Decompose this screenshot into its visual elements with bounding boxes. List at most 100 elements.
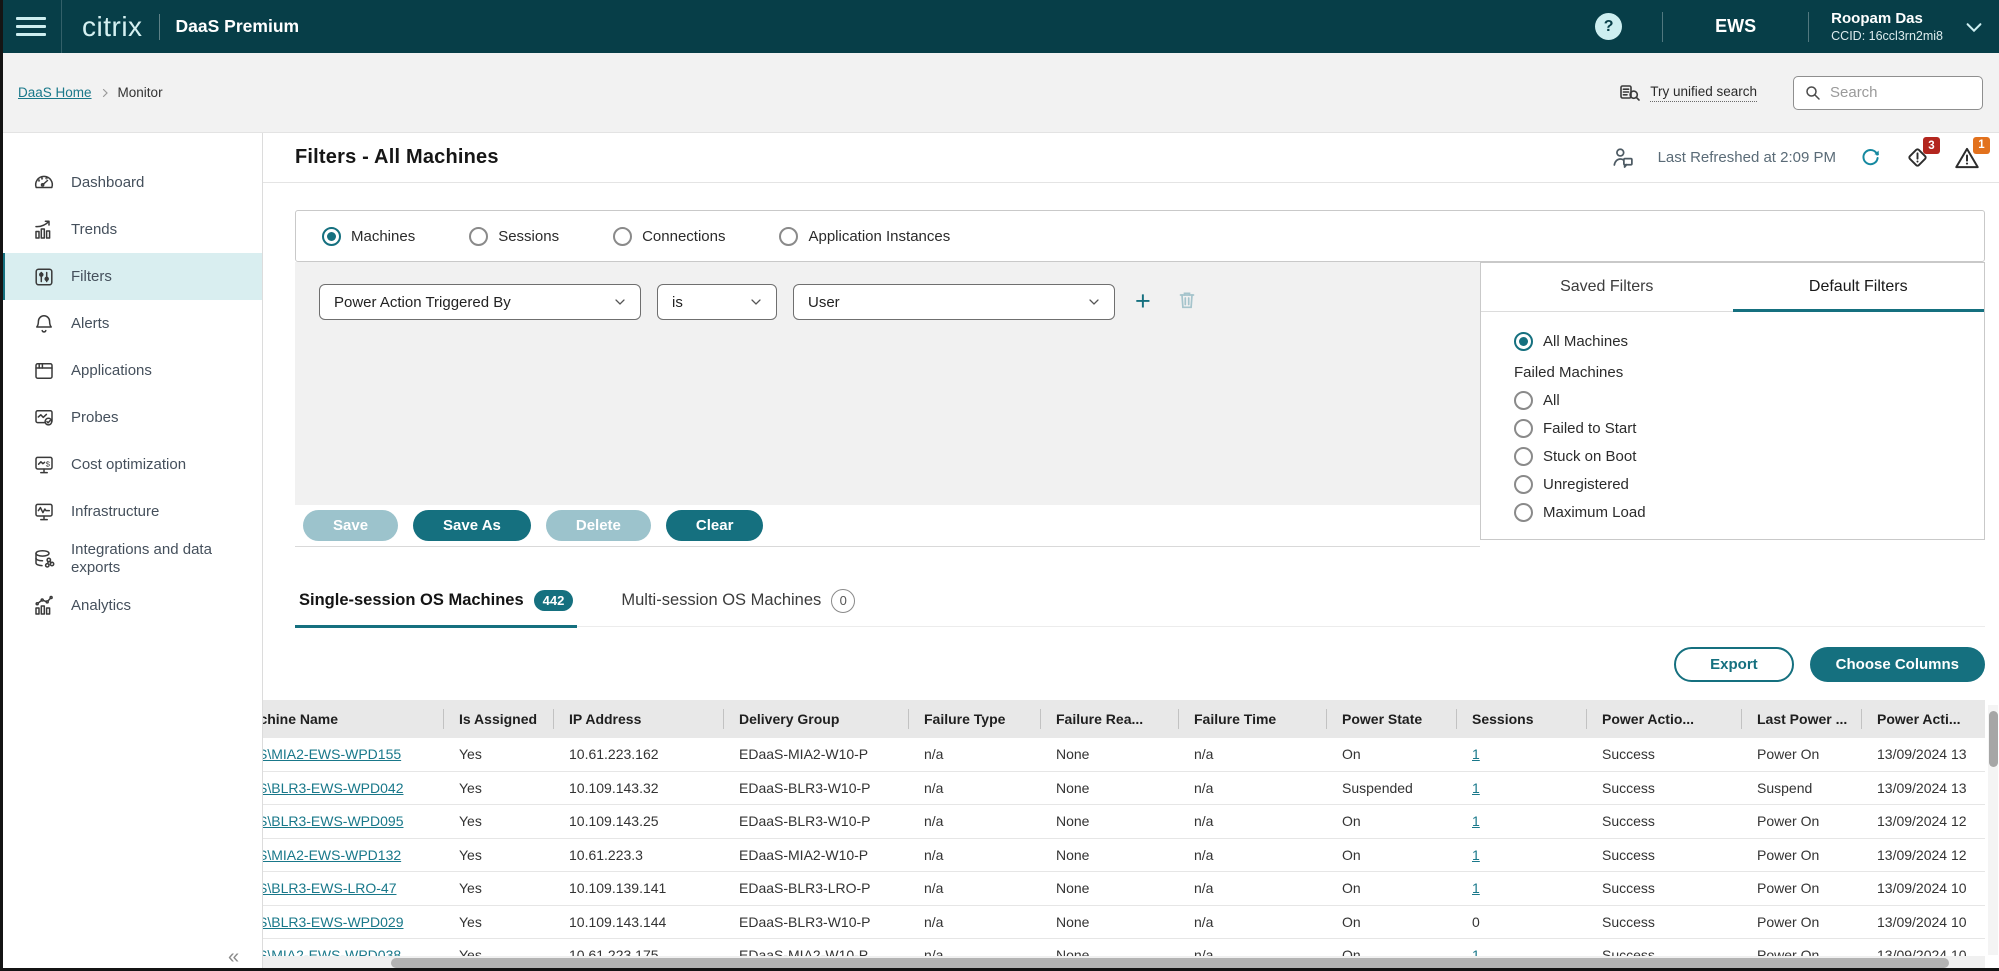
export-button[interactable]: Export bbox=[1674, 647, 1794, 682]
search-input[interactable] bbox=[1830, 84, 1960, 101]
try-unified-search[interactable]: Try unified search bbox=[1618, 81, 1757, 105]
tab-multi-session-os-machines[interactable]: Multi-session OS Machines 0 bbox=[617, 575, 859, 626]
sidebar-item-alerts[interactable]: Alerts bbox=[0, 300, 262, 347]
cell-failure-rea: None bbox=[1040, 839, 1178, 872]
col-is-assigned[interactable]: Is Assigned bbox=[443, 700, 553, 738]
cell-last-power: Power On bbox=[1741, 872, 1861, 905]
radio-machines[interactable]: Machines bbox=[322, 227, 415, 246]
col-delivery-group[interactable]: Delivery Group bbox=[723, 700, 908, 738]
hamburger-menu-button[interactable] bbox=[0, 0, 62, 53]
radio-connections[interactable]: Connections bbox=[613, 227, 725, 246]
clear-button[interactable]: Clear bbox=[666, 510, 764, 541]
sessions-link[interactable]: 1 bbox=[1472, 947, 1480, 956]
warning-alerts-icon[interactable]: 1 bbox=[1953, 144, 1981, 172]
cell-power-state: On bbox=[1326, 906, 1456, 939]
cell-ip-address: 10.61.223.162 bbox=[553, 738, 723, 771]
sidebar-item-infrastructure[interactable]: Infrastructure bbox=[0, 488, 262, 535]
tab-saved-filters[interactable]: Saved Filters bbox=[1481, 263, 1733, 311]
radio-sessions[interactable]: Sessions bbox=[469, 227, 559, 246]
radio-label: Sessions bbox=[498, 228, 559, 245]
radio-maximum-load[interactable]: Maximum Load bbox=[1514, 503, 1984, 522]
cell-power-state: On bbox=[1326, 839, 1456, 872]
col-failure-rea[interactable]: Failure Rea... bbox=[1040, 700, 1178, 738]
radio-all[interactable]: All bbox=[1514, 391, 1984, 410]
radio-application-instances[interactable]: Application Instances bbox=[779, 227, 950, 246]
col-machine-name[interactable]: Machine Name bbox=[263, 700, 443, 738]
machine-name-link[interactable]: S\BLR3-EWS-WPD042 bbox=[263, 780, 403, 796]
horizontal-scrollbar-thumb[interactable] bbox=[391, 958, 1949, 968]
tab-single-session-os-machines[interactable]: Single-session OS Machines 442 bbox=[295, 575, 577, 626]
help-icon[interactable]: ? bbox=[1595, 13, 1622, 40]
machine-name-cell: S\BLR3-EWS-WPD095 bbox=[263, 805, 443, 838]
refresh-icon[interactable] bbox=[1858, 146, 1882, 170]
radio-label: Machines bbox=[351, 228, 415, 245]
sidebar-item-label: Filters bbox=[71, 268, 112, 286]
search-box[interactable] bbox=[1793, 76, 1983, 110]
cell-is-assigned: Yes bbox=[443, 772, 553, 805]
col-power-actio[interactable]: Power Actio... bbox=[1586, 700, 1741, 738]
machine-name-link[interactable]: S\BLR3-EWS-LRO-47 bbox=[263, 880, 396, 896]
sidebar-item-applications[interactable]: Applications bbox=[0, 347, 262, 394]
radio-stuck-on-boot[interactable]: Stuck on Boot bbox=[1514, 447, 1984, 466]
vertical-scrollbar-thumb[interactable] bbox=[1989, 711, 1998, 767]
tab-count-badge: 0 bbox=[831, 589, 855, 613]
delete-filter-icon[interactable] bbox=[1171, 284, 1203, 316]
radio-failed-to-start[interactable]: Failed to Start bbox=[1514, 419, 1984, 438]
sidebar-item-probes[interactable]: Probes bbox=[0, 394, 262, 441]
add-filter-button[interactable]: + bbox=[1131, 286, 1155, 316]
machine-name-link[interactable]: S\MIA2-EWS-WPD155 bbox=[263, 746, 401, 762]
unified-search-icon bbox=[1618, 81, 1642, 105]
col-failure-type[interactable]: Failure Type bbox=[908, 700, 1040, 738]
radio-label: Application Instances bbox=[808, 228, 950, 245]
vertical-scrollbar[interactable] bbox=[1988, 705, 1998, 955]
chevron-down-icon[interactable] bbox=[1963, 16, 1985, 38]
sidebar-item-dashboard[interactable]: Dashboard bbox=[0, 159, 262, 206]
filter-operator-dropdown[interactable]: is bbox=[657, 284, 777, 320]
breadcrumb-home-link[interactable]: DaaS Home bbox=[18, 85, 92, 100]
sessions-link[interactable]: 1 bbox=[1472, 780, 1480, 796]
filter-value-dropdown[interactable]: User bbox=[793, 284, 1115, 320]
filter-field-value: Power Action Triggered By bbox=[334, 294, 511, 311]
tab-default-filters[interactable]: Default Filters bbox=[1733, 263, 1985, 311]
sessions-link[interactable]: 1 bbox=[1472, 813, 1480, 829]
feedback-person-icon[interactable] bbox=[1610, 145, 1636, 171]
sessions-link[interactable]: 1 bbox=[1472, 746, 1480, 762]
radio-label: All bbox=[1543, 392, 1560, 409]
machine-name-cell: S\MIA2-EWS-WPD038 bbox=[263, 939, 443, 956]
sidebar-collapse-button[interactable]: « bbox=[228, 946, 239, 969]
machine-name-link[interactable]: S\BLR3-EWS-WPD029 bbox=[263, 914, 403, 930]
sidebar-item-analytics[interactable]: Analytics bbox=[0, 582, 262, 629]
machine-name-link[interactable]: S\BLR3-EWS-WPD095 bbox=[263, 813, 403, 829]
radio-unregistered[interactable]: Unregistered bbox=[1514, 475, 1984, 494]
sidebar-item-label: Probes bbox=[71, 409, 119, 427]
sidebar-item-trends[interactable]: Trends bbox=[0, 206, 262, 253]
col-power-state[interactable]: Power State bbox=[1326, 700, 1456, 738]
save-button[interactable]: Save bbox=[303, 510, 398, 541]
cell-power-acti: 13/09/2024 12 bbox=[1861, 805, 1985, 838]
error-alerts-icon[interactable]: 3 bbox=[1904, 144, 1931, 171]
user-menu[interactable]: Roopam Das CCID: 16ccl3rn2mi8 bbox=[1809, 9, 1957, 45]
sessions-cell: 1 bbox=[1456, 738, 1586, 771]
sidebar-item-integrations-and-data-exports[interactable]: Integrations and data exports bbox=[0, 535, 262, 582]
sessions-link[interactable]: 1 bbox=[1472, 847, 1480, 863]
choose-columns-button[interactable]: Choose Columns bbox=[1810, 647, 1985, 682]
sessions-link[interactable]: 1 bbox=[1472, 880, 1480, 896]
col-last-power[interactable]: Last Power ... bbox=[1741, 700, 1861, 738]
col-failure-time[interactable]: Failure Time bbox=[1178, 700, 1326, 738]
error-count-badge: 3 bbox=[1923, 137, 1940, 154]
user-ccid: CCID: 16ccl3rn2mi8 bbox=[1831, 28, 1943, 45]
user-name: Roopam Das bbox=[1831, 9, 1943, 28]
filter-field-dropdown[interactable]: Power Action Triggered By bbox=[319, 284, 641, 320]
col-ip-address[interactable]: IP Address bbox=[553, 700, 723, 738]
machine-name-link[interactable]: S\MIA2-EWS-WPD038 bbox=[263, 947, 401, 956]
save-as-button[interactable]: Save As bbox=[413, 510, 531, 541]
radio-all-machines[interactable]: All Machines bbox=[1514, 332, 1984, 351]
col-sessions[interactable]: Sessions bbox=[1456, 700, 1586, 738]
delete-button[interactable]: Delete bbox=[546, 510, 651, 541]
sidebar-item-cost-optimization[interactable]: $Cost optimization bbox=[0, 441, 262, 488]
sidebar-item-filters[interactable]: Filters bbox=[0, 253, 262, 300]
svg-text:$: $ bbox=[46, 459, 51, 468]
machine-name-link[interactable]: S\MIA2-EWS-WPD132 bbox=[263, 847, 401, 863]
col-power-acti[interactable]: Power Acti... bbox=[1861, 700, 1985, 738]
radio-label: All Machines bbox=[1543, 333, 1628, 350]
